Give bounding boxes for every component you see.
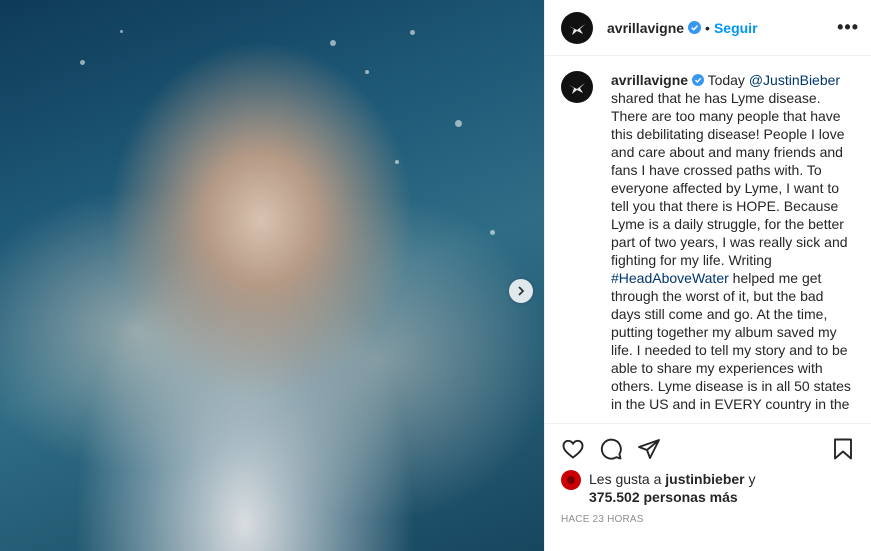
caption-text-intro: Today: [703, 72, 749, 88]
bubble: [455, 120, 462, 127]
caption-text-body: shared that he has Lyme disease. There a…: [611, 90, 848, 268]
comment-button[interactable]: [599, 437, 623, 461]
follow-button[interactable]: Seguir: [714, 20, 758, 36]
caption-avatar[interactable]: [561, 71, 593, 103]
bookmark-icon: [834, 438, 852, 459]
likes-prefix: Les gusta a: [589, 471, 666, 487]
header-username[interactable]: avrillavigne: [607, 20, 684, 36]
action-bar: [545, 423, 871, 473]
bubble: [365, 70, 369, 74]
chevron-right-icon: [518, 286, 525, 296]
bubble: [120, 30, 123, 33]
avatar[interactable]: [561, 11, 593, 44]
likes-text: Les gusta a justinbieber y 375.502 perso…: [589, 470, 756, 506]
likes-count[interactable]: 375.502 personas más: [589, 489, 738, 505]
heart-icon: [562, 439, 584, 459]
bubble: [410, 30, 415, 35]
likes-connector: y: [744, 471, 756, 487]
avatar-bird-icon: [569, 83, 585, 94]
hashtag-link[interactable]: #HeadAboveWater: [611, 270, 729, 286]
bubble: [330, 40, 336, 46]
instagram-post: avrillavigne • Seguir ••• avrillavigne T…: [0, 0, 871, 551]
bubble: [395, 160, 399, 164]
share-icon: [638, 438, 660, 459]
avatar-bird-icon: [569, 23, 585, 35]
post-header: avrillavigne • Seguir •••: [545, 0, 871, 56]
caption-username[interactable]: avrillavigne: [611, 72, 688, 88]
liker-username[interactable]: justinbieber: [665, 471, 744, 487]
likes-section: Les gusta a justinbieber y 375.502 perso…: [561, 470, 756, 506]
bubble: [490, 230, 495, 235]
caption-text-body-end: helped me get through the worst of it, b…: [611, 270, 851, 412]
liker-avatar[interactable]: [561, 470, 581, 490]
bubble: [80, 60, 85, 65]
verified-badge-icon: [688, 21, 702, 34]
comments-section: avrillavigne Today @JustinBieber shared …: [561, 71, 859, 423]
avatar-icon: [567, 476, 575, 484]
next-photo-button[interactable]: [509, 279, 533, 303]
separator-dot: •: [705, 19, 710, 36]
post-sidebar: avrillavigne • Seguir ••• avrillavigne T…: [544, 0, 871, 551]
more-options-icon[interactable]: •••: [837, 17, 859, 38]
comment-icon: [600, 438, 622, 460]
like-button[interactable]: [561, 437, 585, 461]
share-button[interactable]: [637, 437, 661, 461]
mention-link[interactable]: @JustinBieber: [749, 72, 840, 88]
verified-badge-icon: [691, 74, 704, 86]
caption-row: avrillavigne Today @JustinBieber shared …: [561, 71, 859, 413]
caption-text: avrillavigne Today @JustinBieber shared …: [611, 71, 855, 413]
post-photo[interactable]: [0, 0, 544, 551]
post-timestamp[interactable]: HACE 23 HORAS: [561, 514, 644, 525]
save-button[interactable]: [831, 437, 855, 461]
